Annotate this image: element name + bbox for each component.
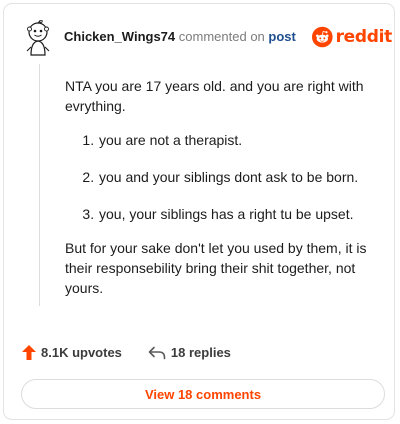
thread-line — [39, 64, 40, 306]
list-item: you are not a therapist. — [98, 130, 375, 150]
action-text: commented on — [178, 29, 265, 44]
upvote-arrow-icon — [22, 345, 36, 360]
reply-arrow-icon — [148, 346, 166, 359]
username-link[interactable]: Chicken_Wings74 — [64, 29, 175, 44]
reddit-wordmark: reddit — [335, 27, 393, 47]
snoo-avatar-icon[interactable] — [24, 20, 52, 58]
comment-body: NTA you are 17 years old. and you are ri… — [65, 76, 375, 298]
reddit-logo-icon — [312, 26, 333, 48]
reddit-logo[interactable]: reddit — [312, 24, 392, 50]
comment-closing: But for your sake don't let you used by … — [65, 240, 367, 296]
comment-list: you are not a therapist. you and your si… — [65, 130, 375, 224]
list-item: you and your siblings dont ask to be bor… — [98, 167, 375, 187]
reply-count: 18 replies — [170, 345, 231, 360]
post-link[interactable]: post — [268, 29, 295, 44]
comment-intro: NTA you are 17 years old. and you are ri… — [65, 78, 364, 114]
view-comments-button[interactable]: View 18 comments — [21, 379, 385, 409]
comment-footer: 8.1K upvotes 18 replies — [22, 345, 231, 360]
comment-card: Chicken_Wings74 commented on post reddit… — [3, 3, 395, 420]
replies-button[interactable]: 18 replies — [148, 345, 231, 360]
list-item: you, your siblings has a right tu be ups… — [98, 204, 375, 224]
comment-header: Chicken_Wings74 commented on post — [64, 29, 296, 45]
upvote-count: 8.1K upvotes — [41, 345, 122, 360]
upvote-button[interactable]: 8.1K upvotes — [22, 345, 122, 360]
